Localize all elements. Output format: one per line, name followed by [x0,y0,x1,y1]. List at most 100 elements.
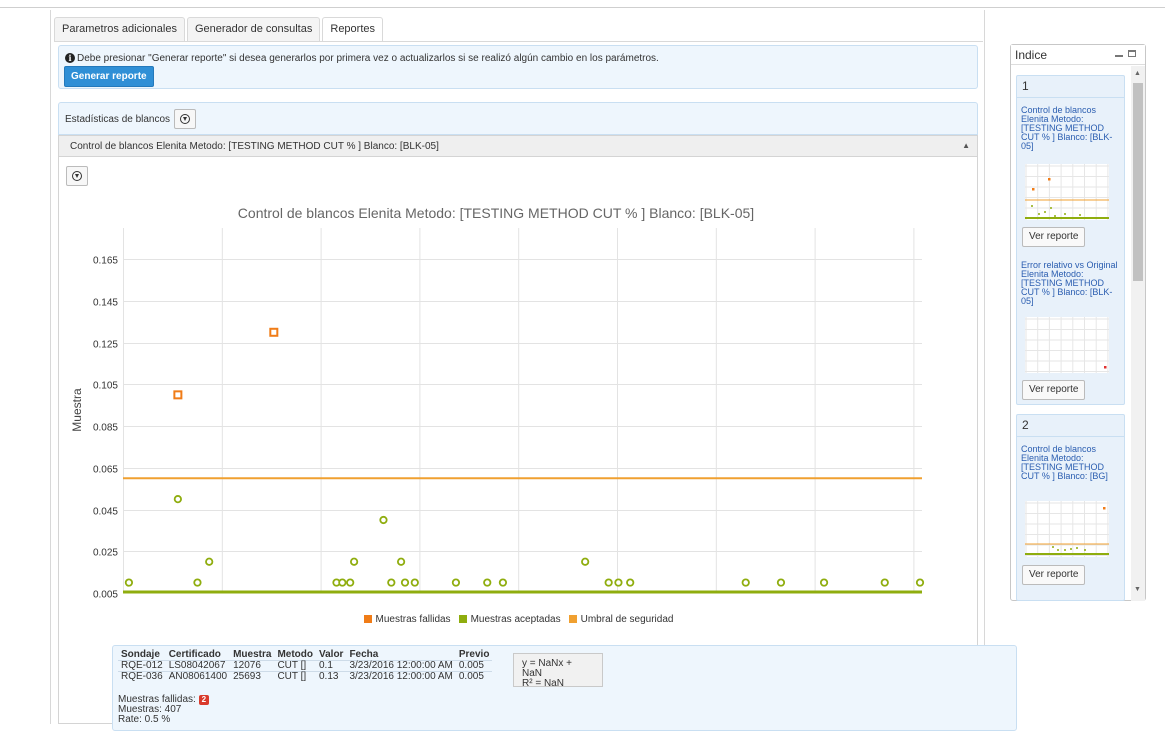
index-item-title[interactable]: Control de blancos Elenita Metodo: [TEST… [1021,445,1124,481]
y-tick-label: 0.045 [93,507,118,518]
thumb-failed-point [1032,188,1035,191]
accepted-point [581,557,590,566]
thumb-accepted-point [1054,215,1056,217]
thumbnail-chart [1025,164,1109,220]
accepted-point [880,578,889,587]
top-divider [0,7,1165,8]
accepted-point [346,578,355,587]
thumb-accepted-point [1031,205,1033,207]
failed-samples-table: Sondaje Certificado Muestra Metodo Valor Fech… [118,650,493,682]
table-row: RQE-036 AN08061400 25693 CUT [] 0.13 3/23/201… [118,671,493,682]
scroll-down-icon[interactable]: ▼ [1134,586,1141,593]
index-group-2: 2 Control de blancos Elenita Metodo: [TE… [1016,414,1125,601]
thumb-accepted-point [1064,213,1066,215]
group-number: 2 [1022,418,1029,432]
report-thumbnail[interactable] [1025,164,1109,220]
accepted-point [498,578,508,587]
formula-line: y = NaNx + NaN [522,658,573,679]
thumb-failed-point [1103,507,1106,510]
accepted-point [193,578,202,587]
table-cell: 0.13 [315,671,347,682]
thumb-accepted-point [1070,548,1072,550]
thumb-accepted-point [1050,207,1052,209]
chart-title: Control de blancos Elenita Metodo: [TEST… [238,205,754,221]
table-cell: 3/23/2016 12:00:00 AM [346,660,456,672]
thumb-accepted-point [1064,549,1066,551]
y-tick-label: 0.145 [93,298,118,309]
thumb-accepted-point [1057,549,1059,551]
accepted-point [173,495,182,504]
table-cell: RQE-012 [118,660,166,672]
accepted-point [124,578,134,587]
table-cell: CUT [] [274,660,316,672]
accepted-point [915,578,925,587]
failed-count-badge: 2 [198,695,210,705]
thumb-accepted-point [1052,546,1054,548]
y-tick-label: 0.005 [93,590,118,601]
r-squared-line: R² = NaN [522,678,564,689]
y-tick-label: 0.025 [93,548,118,559]
accepted-point [451,578,461,587]
view-report-button[interactable]: Ver reporte [1022,380,1086,400]
table-cell: 25693 [230,671,275,682]
index-header: Indice [1011,45,1145,65]
index-title: Indice [1015,48,1048,62]
y-tick-label: 0.165 [93,256,118,267]
scrollbar-thumb[interactable] [1133,83,1143,281]
accepted-point [819,578,829,587]
table-cell: LS08042067 [165,660,231,672]
failed-point [173,390,183,400]
view-report-button[interactable]: Ver reporte [1022,565,1086,585]
column-header: Muestra [233,649,272,660]
table-cell: CUT [] [274,671,316,682]
legend-swatch [458,615,467,623]
legend-swatch [568,615,577,623]
scroll-up-icon[interactable]: ▲ [1134,70,1141,77]
thumb-accepted-point [1084,549,1086,551]
index-group-1: 1 Control de blancos Elenita Metodo: [TE… [1016,75,1125,405]
legend-item[interactable]: Muestras aceptadas [458,614,561,625]
legend-item[interactable]: Muestras fallidas [363,614,451,625]
view-report-button[interactable]: Ver reporte [1022,227,1086,247]
table-cell: RQE-036 [118,671,166,682]
legend-label: Muestras fallidas [375,614,451,625]
column-header: Previo [458,649,490,660]
report-thumbnail[interactable] [1025,501,1109,557]
column-header: Valor [318,649,344,660]
minimize-icon[interactable] [1115,55,1123,57]
table-header-row: Sondaje Certificado Muestra Metodo Valor Fech… [118,650,492,661]
report-thumbnail[interactable] [1025,317,1109,373]
regression-formula: y = NaNx + NaN R² = NaN [513,653,603,689]
accepted-point [205,557,214,566]
y-tick-label: 0.105 [93,381,118,392]
accepted-point [741,578,750,587]
table-cell: AN08061400 [165,671,231,682]
y-axis-label: Muestra [70,388,84,432]
thumb-point [1104,366,1107,369]
group-number: 1 [1022,79,1029,93]
failed-point [269,327,279,337]
accepted-point [483,578,492,587]
thumb-accepted-point [1076,547,1078,549]
table-cell: 3/23/2016 12:00:00 AM [346,671,456,682]
chart-legend: Muestras fallidas Muestras aceptadas Umbra… [51,614,986,625]
index-scrollbar[interactable]: ▲ ▼ [1131,66,1145,601]
table-cell: 0.005 [455,660,493,672]
group-divider [1017,97,1124,98]
index-item-title[interactable]: Control de blancos Elenita Metodo: [TEST… [1021,106,1124,151]
maximize-icon[interactable] [1128,50,1136,57]
thumbnail-chart [1025,501,1109,557]
reports-area: Parametros adicionales Generador de cons… [50,10,1017,731]
legend-label: Muestras aceptadas [470,614,561,625]
table-cell: 0.1 [315,660,347,672]
accepted-point [350,557,359,566]
thumb-accepted-point [1044,211,1046,213]
table-cell: 12076 [230,660,275,672]
index-item-title[interactable]: Error relativo vs Original Elenita Metod… [1021,261,1124,306]
accepted-point [626,578,635,587]
column-header: Sondaje [121,649,160,660]
legend-item[interactable]: Umbral de seguridad [568,614,673,625]
scatter-chart: 0.005 0.025 0.045 0.065 0.085 0.105 0.125 0.145… [70,205,925,601]
column-header: Metodo [277,649,313,660]
table-cell: 0.005 [455,671,493,682]
